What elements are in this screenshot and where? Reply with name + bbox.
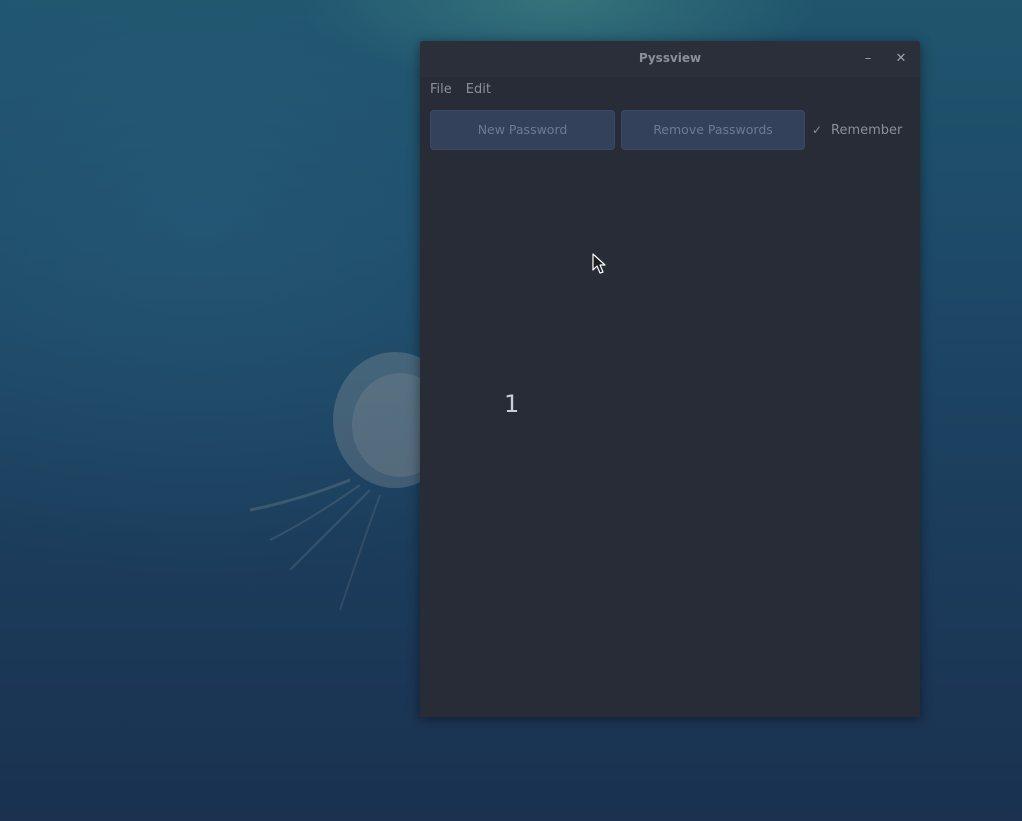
- minimize-icon[interactable]: –: [859, 50, 877, 68]
- new-password-button[interactable]: New Password: [430, 110, 615, 150]
- window-title: Pyssview: [638, 51, 702, 65]
- menu-file[interactable]: File: [430, 82, 452, 97]
- window-titlebar[interactable]: Pyssview – ✕: [420, 41, 920, 77]
- password-count-text: 1: [504, 390, 520, 418]
- menu-bar: File Edit: [420, 77, 920, 101]
- toolbar: New Password Remove Passwords ✓ Remember: [420, 101, 920, 157]
- remember-label: Remember: [831, 122, 903, 138]
- password-list-area[interactable]: 1: [420, 157, 920, 717]
- menu-edit[interactable]: Edit: [466, 82, 491, 97]
- check-icon: ✓: [812, 123, 823, 137]
- remove-passwords-button[interactable]: Remove Passwords: [621, 110, 805, 150]
- remember-checkbox[interactable]: ✓ Remember: [812, 110, 902, 150]
- mouse-cursor-icon: [592, 253, 606, 274]
- jellyfish-wallpaper-graphic: [249, 352, 430, 611]
- close-icon[interactable]: ✕: [892, 50, 910, 68]
- pyssview-window: Pyssview – ✕ File Edit New Password Remo…: [420, 41, 920, 717]
